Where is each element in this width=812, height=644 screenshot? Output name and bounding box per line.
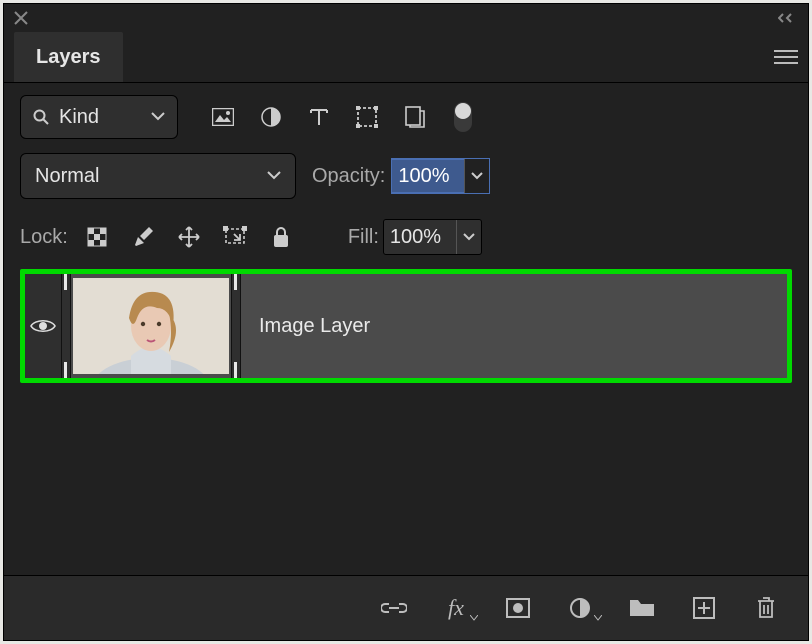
filter-kind-label: Kind — [59, 106, 99, 129]
adjustment-layer-icon[interactable] — [566, 594, 594, 622]
filter-type-icons — [210, 102, 472, 132]
chevron-down-icon — [594, 608, 602, 626]
tab-layers[interactable]: Layers — [14, 32, 123, 82]
filter-kind-dropdown[interactable]: Kind — [20, 95, 178, 139]
layer-thumbnail[interactable] — [73, 278, 229, 374]
blend-row: Normal Opacity: — [4, 151, 808, 211]
blend-mode-dropdown[interactable]: Normal — [20, 153, 296, 199]
panel-footer: fx — [4, 575, 808, 640]
lock-label: Lock: — [20, 226, 68, 249]
close-icon[interactable] — [14, 11, 28, 25]
lock-artboard-icon[interactable] — [222, 224, 248, 250]
layers-list: Image Layer — [4, 263, 808, 383]
panel-menu-icon[interactable] — [774, 32, 798, 82]
lock-all-icon[interactable] — [268, 224, 294, 250]
tab-label: Layers — [36, 46, 101, 69]
adjustment-layer-filter-icon[interactable] — [258, 104, 284, 130]
lock-transparency-icon[interactable] — [84, 224, 110, 250]
new-layer-icon[interactable] — [690, 594, 718, 622]
panel-tab-bar: Layers — [4, 32, 808, 82]
link-layers-icon[interactable] — [380, 594, 408, 622]
add-mask-icon[interactable] — [504, 594, 532, 622]
fill-group: Fill: — [348, 219, 482, 255]
opacity-control[interactable] — [391, 158, 490, 194]
filter-toggle[interactable] — [454, 102, 472, 132]
chevron-down-icon — [151, 108, 165, 126]
fill-dropdown-icon[interactable] — [456, 220, 481, 254]
layer-row[interactable]: Image Layer — [20, 269, 792, 383]
collapse-icon[interactable] — [778, 12, 798, 24]
new-group-icon[interactable] — [628, 594, 656, 622]
fill-control[interactable] — [383, 219, 482, 255]
fill-input[interactable] — [384, 221, 456, 253]
layer-name[interactable]: Image Layer — [259, 315, 370, 338]
blend-mode-value: Normal — [35, 165, 99, 188]
layers-panel: Layers Kind — [3, 3, 809, 641]
fill-label: Fill: — [348, 226, 379, 249]
chevron-down-icon — [267, 167, 281, 185]
smart-object-filter-icon[interactable] — [402, 104, 428, 130]
pixel-layer-filter-icon[interactable] — [210, 104, 236, 130]
panel-top-strip — [4, 4, 808, 32]
shape-layer-filter-icon[interactable] — [354, 104, 380, 130]
layer-handle — [61, 274, 71, 378]
chevron-down-icon — [470, 608, 478, 626]
lock-row: Lock: Fill: — [4, 211, 808, 263]
fx-label: fx — [448, 595, 464, 621]
lock-position-icon[interactable] — [176, 224, 202, 250]
visibility-toggle[interactable] — [25, 274, 61, 378]
opacity-label: Opacity: — [312, 165, 385, 188]
layer-handle — [231, 274, 241, 378]
layer-style-icon[interactable]: fx — [442, 594, 470, 622]
lock-pixels-icon[interactable] — [130, 224, 156, 250]
opacity-input[interactable] — [392, 160, 464, 192]
opacity-dropdown-icon[interactable] — [464, 159, 489, 193]
delete-layer-icon[interactable] — [752, 594, 780, 622]
filter-row: Kind — [4, 83, 808, 151]
type-layer-filter-icon[interactable] — [306, 104, 332, 130]
